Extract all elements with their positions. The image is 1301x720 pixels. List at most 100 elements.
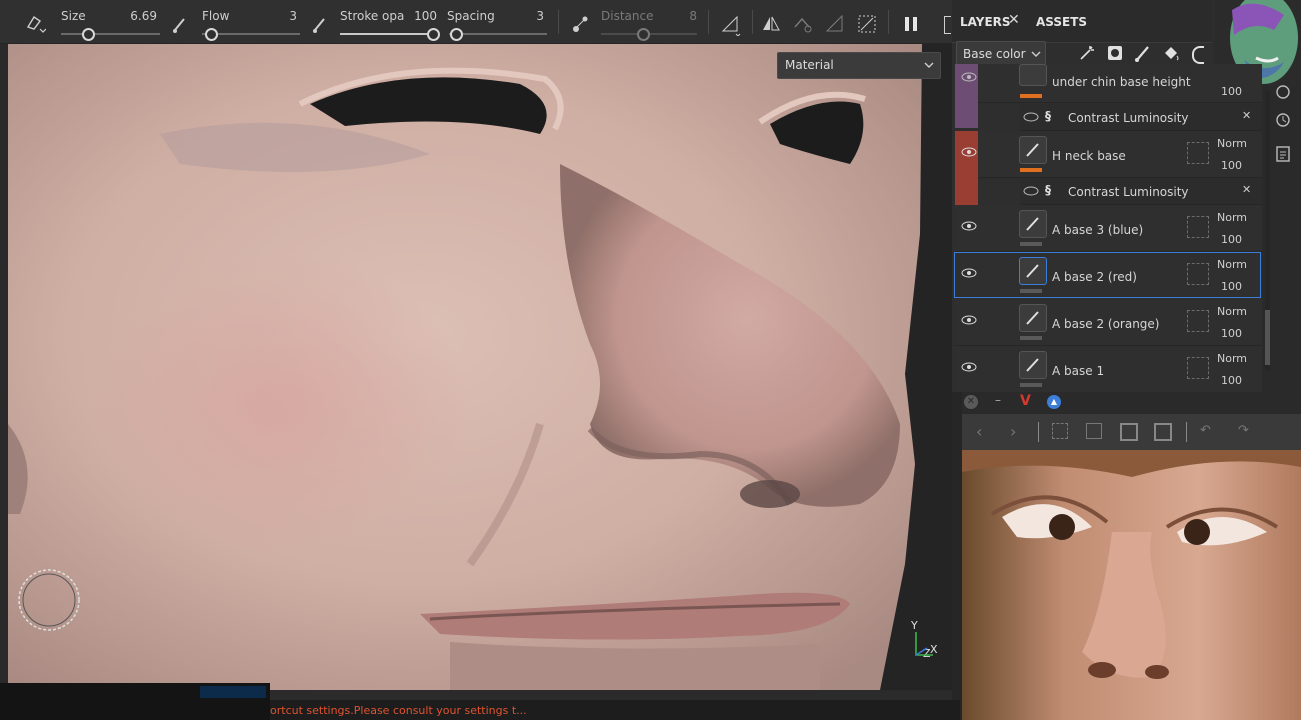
fit-window-icon[interactable] [1120, 423, 1138, 441]
layer-mask-slot[interactable] [1187, 142, 1209, 164]
layer-name[interactable]: under chin base height [1052, 75, 1191, 89]
flow-slider-handle[interactable] [205, 28, 218, 41]
visibility-eye-icon[interactable] [961, 362, 977, 372]
fullscreen-icon[interactable] [1154, 423, 1172, 441]
rotate-right-icon[interactable]: ↷ [1238, 423, 1249, 438]
blend-mode-select[interactable]: Norm [1217, 352, 1247, 365]
visibility-eye-icon[interactable] [1023, 186, 1039, 196]
effect-name[interactable]: Contrast Luminosity [1068, 111, 1189, 125]
layer-name[interactable]: A base 3 (blue) [1052, 223, 1143, 237]
layer-opacity[interactable]: 100 [1221, 374, 1242, 387]
zoom-fit-icon[interactable] [1052, 423, 1068, 439]
stroke-opacity-label: Stroke opa [340, 9, 405, 23]
layer-opacity[interactable]: 100 [1221, 280, 1242, 293]
rotate-left-icon[interactable]: ↶ [1200, 423, 1211, 438]
spacing-value[interactable]: 3 [514, 9, 544, 23]
pause-icon[interactable] [900, 13, 922, 35]
size-slider[interactable] [61, 33, 160, 35]
distance-slider-handle[interactable] [637, 28, 650, 41]
visibility-eye-icon[interactable] [961, 315, 977, 325]
spacing-slider[interactable] [449, 33, 547, 35]
clipboard-icon[interactable] [1275, 144, 1291, 162]
layer-row-selected[interactable]: A base 2 (red) Norm 100 [954, 252, 1261, 298]
size-value[interactable]: 6.69 [127, 9, 157, 23]
visibility-eye-icon[interactable] [961, 147, 977, 157]
layer-opacity[interactable]: 100 [1221, 159, 1242, 172]
stroke-opacity-value[interactable]: 100 [407, 9, 437, 23]
layer-opacity[interactable]: 100 [1221, 85, 1242, 98]
occlusion-icon[interactable] [856, 13, 878, 35]
history-icon[interactable] [1275, 112, 1291, 128]
layer-thumbnail[interactable] [1019, 136, 1047, 164]
close-window-icon[interactable]: ✕ [964, 395, 978, 409]
layer-mask-slot[interactable] [1187, 357, 1209, 379]
layer-row[interactable]: H neck base Norm 100 [955, 131, 1262, 205]
upload-icon[interactable]: ▲ [1047, 395, 1061, 409]
tab-layers[interactable]: LAYERS [960, 15, 1011, 29]
visibility-eye-icon[interactable] [961, 268, 977, 278]
layer-thumbnail[interactable] [1019, 257, 1047, 285]
next-image-icon[interactable]: › [1010, 422, 1016, 441]
scrollbar-thumb[interactable] [1265, 310, 1270, 365]
blend-mode-select[interactable]: Norm [1217, 258, 1247, 271]
layer-opacity[interactable]: 100 [1221, 233, 1242, 246]
layer-name[interactable]: A base 2 (orange) [1052, 317, 1160, 331]
blend-mode-select[interactable]: Norm [1217, 305, 1247, 318]
flow-value[interactable]: 3 [267, 9, 297, 23]
channel-select[interactable]: Base color [956, 41, 1046, 66]
layer-thumbnail[interactable] [1019, 210, 1047, 238]
layer-thumbnail[interactable] [1019, 351, 1047, 379]
tab-assets[interactable]: ASSETS [1036, 15, 1087, 29]
previous-image-icon[interactable]: ‹ [976, 422, 982, 441]
zoom-original-icon[interactable] [1086, 423, 1102, 439]
layer-row[interactable]: A base 2 (orange) Norm 100 [955, 299, 1262, 346]
add-fill-layer-icon[interactable] [1162, 44, 1180, 62]
layer-opacity[interactable]: 100 [1221, 327, 1242, 340]
brush-preset-icon[interactable] [24, 11, 46, 33]
lazy-mouse-icon[interactable] [570, 13, 592, 35]
distance-value[interactable]: 8 [667, 9, 697, 23]
effect-row[interactable]: § Contrast Luminosity ✕ [1020, 104, 1262, 131]
history-dial-icon[interactable] [1275, 84, 1291, 100]
stroke-opacity-handle[interactable] [427, 28, 440, 41]
panel-splitter[interactable] [952, 392, 962, 720]
more-tools-icon[interactable] [1192, 46, 1204, 64]
layer-thumbnail[interactable] [1019, 64, 1047, 86]
layer-name[interactable]: H neck base [1052, 149, 1126, 163]
remove-effect-icon[interactable]: ✕ [1242, 109, 1251, 122]
layer-mask-slot[interactable] [1187, 263, 1209, 285]
layer-row[interactable]: under chin base height 100 [955, 64, 1262, 128]
3d-viewport[interactable]: Material Y Z X [0, 44, 952, 690]
material-dropdown[interactable]: Material [777, 52, 941, 79]
layers-scrollbar[interactable] [1265, 90, 1270, 370]
layer-mask-slot[interactable] [1187, 216, 1209, 238]
add-mask-icon[interactable] [1106, 44, 1124, 62]
axis-gizmo[interactable]: Y Z X [905, 619, 940, 664]
close-tab-icon[interactable]: ✕ [1008, 12, 1020, 28]
remove-effect-icon[interactable]: ✕ [1242, 183, 1251, 196]
blend-mode-select[interactable]: Norm [1217, 137, 1247, 150]
ruler-icon[interactable] [824, 13, 846, 35]
add-effect-icon[interactable] [1078, 44, 1096, 62]
layer-name[interactable]: A base 2 (red) [1052, 270, 1137, 284]
layer-name[interactable]: A base 1 [1052, 364, 1104, 378]
visibility-eye-icon[interactable] [961, 72, 977, 82]
angle-icon[interactable] [720, 14, 742, 36]
blend-mode-select[interactable]: Norm [1217, 211, 1247, 224]
effect-name[interactable]: Contrast Luminosity [1068, 185, 1189, 199]
minimize-window-icon[interactable]: – [995, 393, 1001, 407]
layer-mask-slot[interactable] [1187, 310, 1209, 332]
visibility-eye-icon[interactable] [961, 221, 977, 231]
size-slider-handle[interactable] [82, 28, 95, 41]
toolbar-overflow-icon[interactable] [944, 16, 951, 34]
layer-thumbnail[interactable] [1019, 304, 1047, 332]
spacing-slider-handle[interactable] [450, 28, 463, 41]
add-paint-layer-icon[interactable] [1134, 44, 1152, 62]
effect-row[interactable]: § Contrast Luminosity ✕ [1020, 178, 1262, 205]
symmetry-settings-icon[interactable] [792, 13, 814, 35]
layer-row[interactable]: A base 3 (blue) Norm 100 [955, 205, 1262, 252]
layer-row[interactable]: A base 1 Norm 100 [955, 346, 1262, 393]
symmetry-icon[interactable] [760, 13, 782, 35]
stroke-opacity-slider[interactable] [340, 33, 436, 35]
visibility-eye-icon[interactable] [1023, 112, 1039, 122]
